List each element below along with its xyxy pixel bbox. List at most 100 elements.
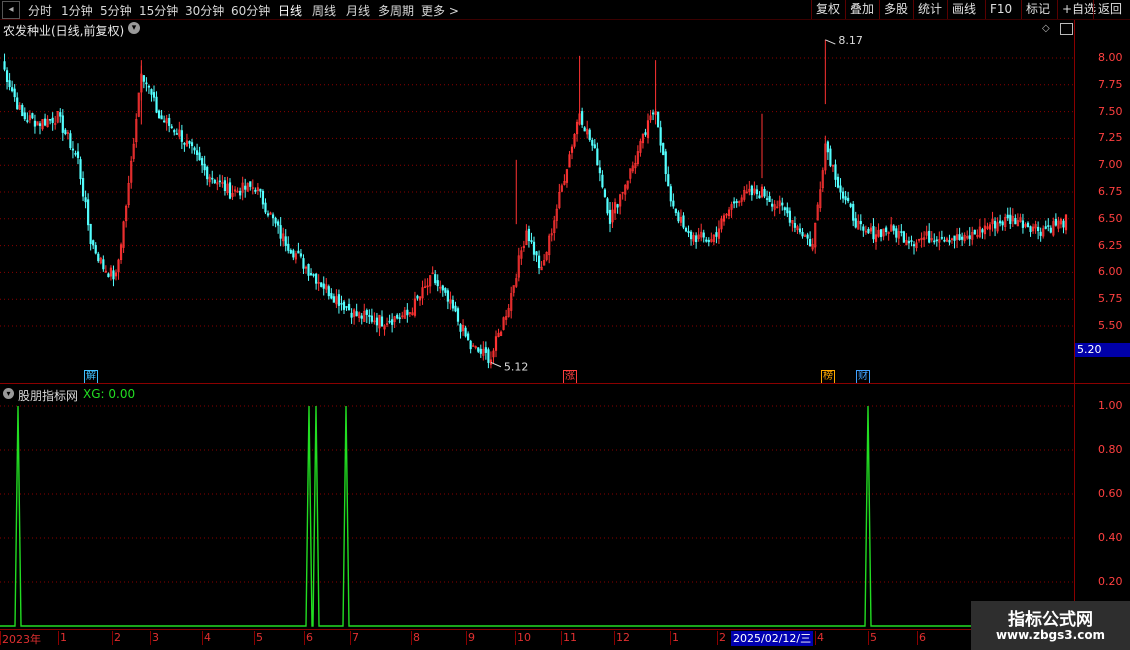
candle-body (299, 253, 303, 257)
candle-body (398, 317, 401, 319)
candle-body (337, 294, 341, 306)
candle-body (43, 118, 47, 126)
toolbar-button-0[interactable]: 复权 (811, 0, 844, 19)
date-tick-mark (670, 631, 671, 645)
candle-body (31, 113, 34, 119)
candle-body (211, 177, 214, 180)
event-icon-2[interactable]: 榜 (821, 370, 835, 384)
candle-body (1044, 226, 1047, 229)
candle-body (266, 213, 270, 216)
date-tick-label: 3 (152, 631, 159, 644)
period-tab-0[interactable]: 分时 (28, 2, 52, 19)
candle-body (155, 96, 158, 113)
toolbar-button-2[interactable]: 多股 (879, 0, 912, 19)
candle-body (657, 111, 660, 128)
period-tab-10[interactable]: 更多 > (421, 2, 459, 19)
period-tab-8[interactable]: 月线 (346, 2, 370, 19)
candle-body (981, 229, 984, 233)
period-tab-1[interactable]: 1分钟 (61, 2, 93, 19)
candle-body (26, 120, 29, 122)
candle-body (375, 317, 379, 326)
price-tick-label: 5.50 (1098, 319, 1123, 332)
candle-body (51, 117, 54, 123)
candle-body (999, 220, 1002, 224)
candle-body (287, 243, 290, 251)
event-icon-3[interactable]: 财 (856, 370, 870, 384)
candlestick-chart[interactable]: 8.17 5.12 (0, 20, 1074, 383)
candle-body (733, 201, 736, 204)
date-tick-label: 9 (468, 631, 475, 644)
date-tick-label: 6 (306, 631, 313, 644)
candle-body (249, 181, 252, 187)
date-tick-mark (112, 631, 113, 645)
candle-body (61, 115, 64, 133)
period-tab-3[interactable]: 15分钟 (139, 2, 178, 19)
low-marker-label: 5.12 (504, 361, 529, 374)
candle-body (601, 174, 604, 188)
period-tab-6[interactable]: 日线 (278, 2, 302, 19)
candle-body (735, 201, 738, 203)
candle-body (1001, 221, 1004, 226)
candle-body (910, 240, 913, 242)
candle-body (107, 273, 110, 278)
indicator-chart[interactable] (0, 385, 1074, 630)
toolbar-button-8[interactable]: 返回 (1093, 0, 1126, 19)
candle-body (170, 126, 173, 129)
candle-body (350, 312, 353, 318)
candle-body (689, 231, 693, 240)
candle-body (168, 117, 171, 126)
toolbar-button-3[interactable]: 统计 (913, 0, 946, 19)
toolbar-button-5[interactable]: F10 (985, 0, 1016, 19)
toolbar-button-4[interactable]: 画线 (947, 0, 980, 19)
candle-body (958, 234, 961, 240)
date-tick-label: 6 (919, 631, 926, 644)
candle-body (102, 259, 105, 270)
candle-body (360, 315, 363, 319)
price-tick-label: 6.25 (1098, 238, 1123, 252)
candle-body (76, 151, 80, 158)
date-tick-mark (411, 631, 412, 645)
candle-body (368, 315, 371, 317)
candle-body (477, 347, 480, 352)
toolbar-button-6[interactable]: 标记 (1021, 0, 1054, 19)
date-tick-label: 8 (413, 631, 420, 644)
candle-body (940, 237, 943, 239)
candle-body (112, 270, 115, 280)
candle-body (150, 89, 153, 95)
period-tab-2[interactable]: 5分钟 (100, 2, 132, 19)
date-tick-mark (0, 631, 1, 645)
period-tab-5[interactable]: 60分钟 (231, 2, 270, 19)
candle-body (669, 186, 672, 202)
candle-body (902, 231, 905, 243)
candle-body (968, 235, 971, 240)
candle-body (297, 250, 300, 254)
candle-body (806, 234, 809, 239)
candle-body (872, 226, 875, 240)
candle-body (183, 143, 186, 145)
event-icon-0[interactable]: 解 (84, 370, 98, 384)
candle-body (867, 228, 870, 234)
date-tick-label: 1 (672, 631, 679, 644)
date-tick-mark (717, 631, 718, 645)
event-icon-1[interactable]: 涨 (563, 370, 577, 384)
toolbar-menu-icon[interactable]: ◂ (2, 1, 20, 19)
period-tab-4[interactable]: 30分钟 (185, 2, 224, 19)
candle-body (788, 210, 791, 223)
date-tick-mark (254, 631, 255, 645)
candle-body (38, 123, 42, 127)
candle-body (892, 225, 895, 231)
date-tick-label: 7 (352, 631, 359, 644)
candle-body (87, 199, 90, 226)
candle-body (1009, 214, 1012, 225)
period-tab-9[interactable]: 多周期 (378, 2, 414, 19)
candle-body (444, 288, 447, 293)
candle-body (5, 70, 9, 83)
date-tick-label: 12 (616, 631, 630, 644)
candle-body (651, 112, 655, 115)
candle-body (839, 185, 842, 193)
toolbar-button-1[interactable]: 叠加 (845, 0, 878, 19)
period-tab-7[interactable]: 周线 (312, 2, 336, 19)
candle-body (459, 324, 462, 332)
candle-body (1049, 227, 1052, 233)
candle-body (355, 311, 358, 317)
